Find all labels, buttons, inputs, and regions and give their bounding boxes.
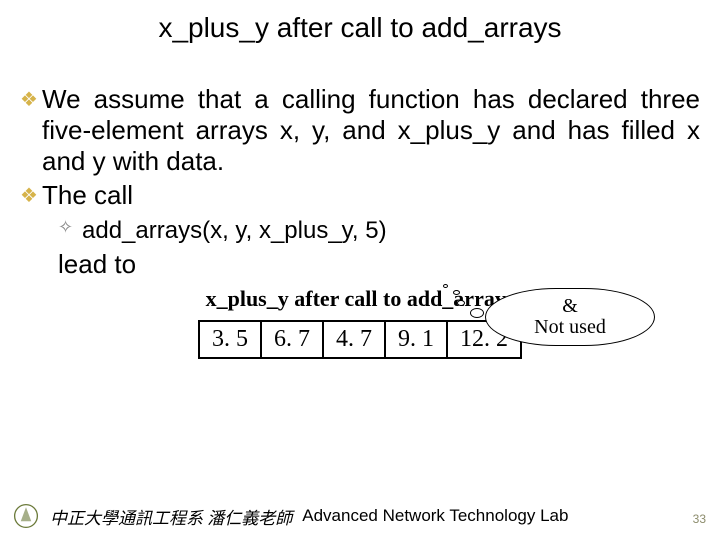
footer-lab: Advanced Network Technology Lab <box>302 506 568 526</box>
bullet-item-2: ❖ The call <box>20 180 700 211</box>
cloud-bubble-icon <box>470 308 484 318</box>
diamond-outline-icon: ✧ <box>58 217 82 238</box>
array-cell: 6. 7 <box>261 321 323 358</box>
bullet-item-1: ❖ We assume that a calling function has … <box>20 84 700 178</box>
slide-footer: 中正大學通訊工程系 潘仁義老師 Advanced Network Technol… <box>0 500 720 532</box>
sub-bullet-item: ✧ add_arrays(x, y, x_plus_y, 5) <box>20 217 700 245</box>
footer-department: 中正大學通訊工程系 潘仁義老師 <box>50 504 292 529</box>
bullet-text: The call <box>42 180 700 211</box>
callout-line-2: Not used <box>534 317 606 338</box>
sub-bullet-text: add_arrays(x, y, x_plus_y, 5) <box>82 217 387 245</box>
cloud-bubble-icon <box>453 290 460 295</box>
callout-line-1: & <box>562 296 578 317</box>
array-cell: 9. 1 <box>385 321 447 358</box>
cloud-bubble-icon <box>457 300 465 306</box>
university-logo-icon <box>10 500 42 532</box>
bullet-text: We assume that a calling function has de… <box>42 84 700 178</box>
cloud-bubble-icon <box>443 284 448 288</box>
page-number: 33 <box>693 512 706 526</box>
array-cell: 3. 5 <box>199 321 261 358</box>
array-cell: 4. 7 <box>323 321 385 358</box>
lead-text: lead to <box>20 249 700 280</box>
diamond-icon: ❖ <box>20 180 42 208</box>
cloud-callout: & Not used <box>465 278 665 368</box>
diamond-icon: ❖ <box>20 84 42 112</box>
slide-title: x_plus_y after call to add_arrays <box>0 0 720 44</box>
cloud-body: & Not used <box>485 288 655 346</box>
